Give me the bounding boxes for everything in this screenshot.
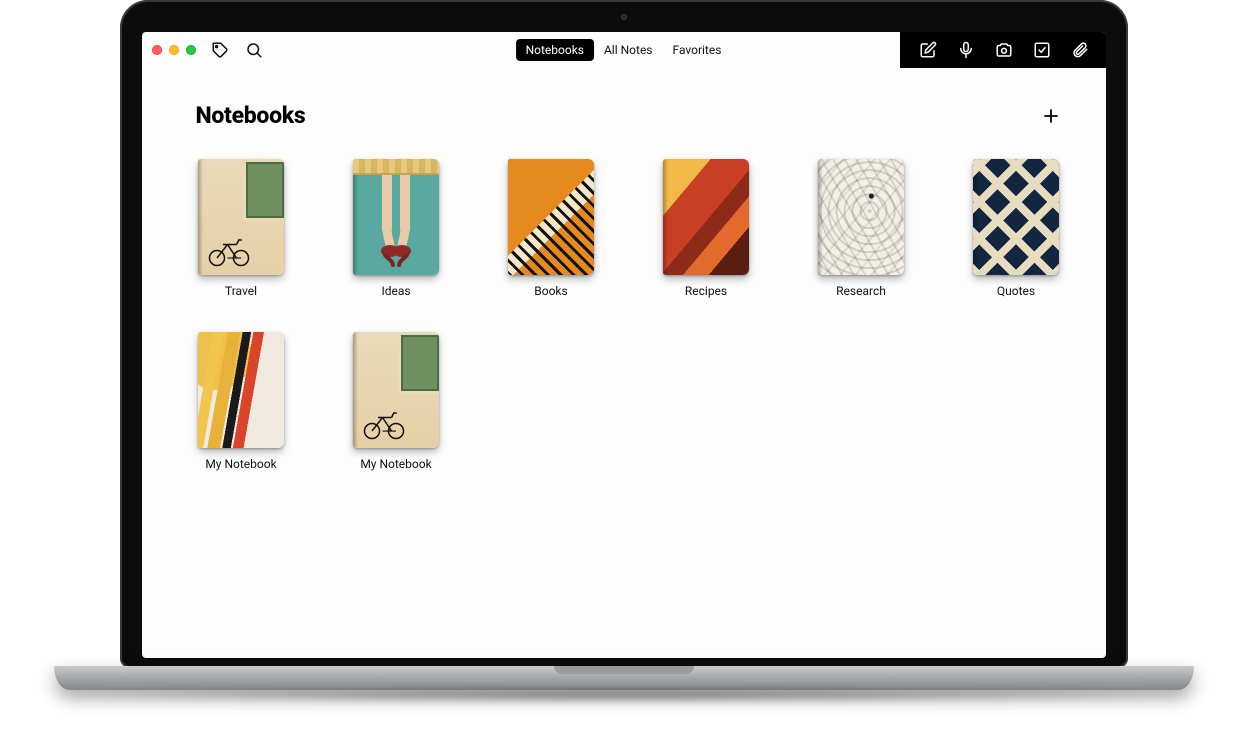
notebook-cover	[663, 159, 749, 275]
search-icon[interactable]	[244, 40, 264, 60]
window-controls	[152, 45, 196, 55]
notebook-label: My Notebook	[205, 457, 276, 471]
notebook-cover	[508, 159, 594, 275]
notebook-cover	[198, 332, 284, 448]
content-area: Notebooks Travel Ideas Books Recipes Resear…	[142, 68, 1106, 658]
app-screen: Notebooks All Notes Favorites	[142, 32, 1106, 658]
notebook-label: Books	[534, 284, 567, 298]
notebook-item[interactable]: Recipes	[661, 159, 752, 298]
notebook-item[interactable]: Ideas	[351, 159, 442, 298]
tab-favorites[interactable]: Favorites	[663, 39, 732, 61]
notebook-cover	[973, 159, 1059, 275]
tag-icon[interactable]	[210, 40, 230, 60]
camera-dot	[621, 14, 627, 20]
notebook-item[interactable]: Research	[816, 159, 907, 298]
close-window-button[interactable]	[152, 45, 162, 55]
tab-all-notes[interactable]: All Notes	[594, 39, 663, 61]
page-title: Notebooks	[196, 102, 306, 129]
laptop-lid: Notebooks All Notes Favorites	[120, 0, 1128, 668]
camera-icon[interactable]	[994, 40, 1014, 60]
laptop-frame: Notebooks All Notes Favorites	[54, 0, 1194, 710]
toolbar: Notebooks All Notes Favorites	[142, 32, 1106, 68]
attachment-icon[interactable]	[1070, 40, 1090, 60]
fullscreen-window-button[interactable]	[186, 45, 196, 55]
right-toolbar	[900, 32, 1106, 68]
notebook-item[interactable]: Travel	[196, 159, 287, 298]
notebook-item[interactable]: Quotes	[971, 159, 1062, 298]
notebook-label: Research	[836, 284, 886, 298]
notebook-item[interactable]: My Notebook	[351, 332, 442, 471]
notebook-cover	[198, 159, 284, 275]
notebook-cover	[818, 159, 904, 275]
view-tabs: Notebooks All Notes Favorites	[516, 39, 732, 61]
notebook-grid: Travel Ideas Books Recipes Research Quotes My…	[196, 159, 1062, 471]
laptop-base	[54, 666, 1194, 690]
notebook-label: Recipes	[685, 284, 727, 298]
notebook-cover	[353, 159, 439, 275]
tab-notebooks[interactable]: Notebooks	[516, 39, 594, 61]
notebook-label: Quotes	[997, 284, 1035, 298]
notebook-label: My Notebook	[360, 457, 431, 471]
add-notebook-button[interactable]	[1040, 105, 1062, 127]
compose-icon[interactable]	[918, 40, 938, 60]
left-toolbar	[210, 40, 264, 60]
page-header: Notebooks	[196, 102, 1062, 129]
notebook-item[interactable]: Books	[506, 159, 597, 298]
notebook-label: Travel	[225, 284, 257, 298]
microphone-icon[interactable]	[956, 40, 976, 60]
notebook-item[interactable]: My Notebook	[196, 332, 287, 471]
minimize-window-button[interactable]	[169, 45, 179, 55]
notebook-cover	[353, 332, 439, 448]
checklist-icon[interactable]	[1032, 40, 1052, 60]
notebook-label: Ideas	[381, 284, 410, 298]
